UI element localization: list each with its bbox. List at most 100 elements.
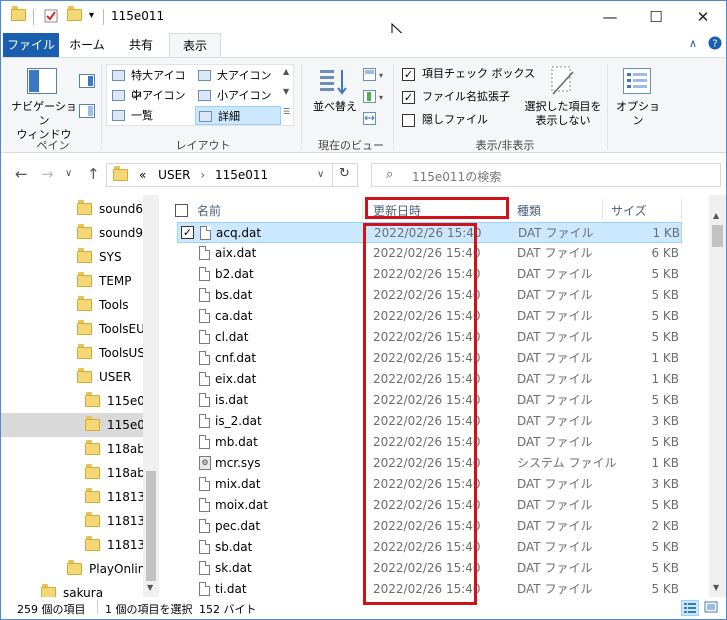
file-name: pec.dat (215, 519, 261, 533)
nav-pane-scrollbar[interactable]: ▼ (143, 195, 159, 597)
nav-pane-scroll-thumb[interactable] (146, 471, 156, 581)
tab-home[interactable]: ホーム (61, 33, 113, 57)
new-folder-icon[interactable] (67, 9, 82, 21)
column-header-name[interactable]: 名前 (197, 201, 221, 221)
layout-large-icons[interactable]: 大アイコン (195, 66, 281, 85)
item-checkboxes-checkbox[interactable]: ✓ (402, 68, 415, 81)
group-divider (101, 64, 102, 150)
tree-item[interactable]: sakura (41, 581, 103, 597)
tree-item[interactable]: 118abc (85, 461, 151, 485)
file-name: cnf.dat (215, 351, 257, 365)
group-by-icon[interactable]: ▾ (363, 68, 383, 85)
ribbon-collapse-icon[interactable]: ∧ (689, 37, 697, 50)
column-divider[interactable] (602, 199, 603, 219)
breadcrumb: « USER › 115e011 (139, 168, 268, 182)
close-button[interactable]: ✕ (680, 1, 726, 33)
search-box[interactable]: ⌕ 115e011の検索 (371, 163, 721, 187)
size-columns-to-fit-icon[interactable] (363, 112, 379, 129)
tab-view[interactable]: 表示 (169, 33, 221, 58)
tree-item[interactable]: Tools (77, 293, 129, 317)
tree-item[interactable]: ToolsEU (77, 317, 145, 341)
preview-pane-icon[interactable] (79, 74, 95, 91)
options-label[interactable]: オプション (611, 100, 665, 128)
add-columns-icon[interactable]: ▾ (363, 90, 383, 107)
search-icon: ⌕ (386, 167, 394, 182)
details-pane-icon[interactable] (79, 104, 95, 121)
navigation-pane[interactable]: sound6 sound9 SYS TEMP Tools ToolsEU ToolsUS US… (1, 195, 159, 597)
tree-item[interactable]: TEMP (77, 269, 132, 293)
layout-item-label: 中アイコン (131, 89, 186, 102)
sort-by-icon[interactable] (319, 68, 349, 99)
item-checkboxes-label[interactable]: 項目チェック ボックス (422, 67, 535, 81)
explorer-window: ▾ 115e011 — ☐ ✕ ファイル ホーム 共有 表示 ∧ ? ナビゲーシ… (0, 0, 727, 620)
minimize-button[interactable]: — (587, 1, 633, 33)
file-type: DAT ファイル (518, 226, 594, 240)
layout-medium-icons[interactable]: 中アイコン (109, 86, 195, 105)
breadcrumb-current[interactable]: 115e011 (215, 168, 268, 182)
gallery-scroll-up-icon[interactable]: ▲ (283, 67, 289, 76)
column-divider[interactable] (362, 199, 363, 219)
tree-item[interactable]: PlayOnline (67, 557, 153, 581)
file-type: DAT ファイル (517, 540, 593, 554)
column-header-type[interactable]: 種類 (517, 201, 541, 221)
address-dropdown-icon[interactable]: ∨ (317, 169, 324, 180)
gallery-scroll-down-icon[interactable]: ▼ (283, 87, 289, 96)
navigation-pane-icon[interactable] (27, 68, 57, 97)
scroll-down-icon[interactable]: ▼ (713, 583, 719, 592)
layout-extra-large-icons[interactable]: 特大アイコン (109, 66, 195, 101)
help-icon[interactable]: ? (708, 36, 722, 53)
customize-qat-icon[interactable]: ▾ (89, 10, 94, 21)
file-extensions-checkbox[interactable]: ✓ (402, 91, 415, 104)
layout-list[interactable]: 一覧 (109, 106, 195, 125)
file-list-scrollbar[interactable]: ▲ ▼ (709, 195, 726, 597)
back-icon[interactable]: ← (15, 165, 28, 183)
folder-icon (85, 443, 100, 455)
properties-icon[interactable] (43, 8, 59, 27)
file-name: is_2.dat (215, 414, 262, 428)
tree-item[interactable]: sound9 (77, 221, 143, 245)
hide-selected-label[interactable]: 選択した項目を 表示しない (521, 100, 605, 128)
file-icon (199, 519, 210, 533)
file-size: 5 KB (651, 288, 679, 302)
details-view-button[interactable] (681, 600, 699, 616)
folder-icon (77, 347, 92, 359)
file-list-scroll-thumb[interactable] (712, 225, 723, 247)
file-icon (199, 582, 210, 596)
up-icon[interactable]: ↑ (87, 165, 100, 183)
sort-by-label[interactable]: 並べ替え (311, 100, 359, 114)
column-divider[interactable] (681, 199, 682, 219)
folder-icon (85, 539, 100, 551)
tree-item[interactable]: sound6 (77, 197, 143, 221)
file-extensions-label[interactable]: ファイル名拡張子 (422, 90, 510, 104)
address-bar-row: ← → ∨ ↑ « USER › 115e011 ∨ ↻ ⌕ 115e011の検… (1, 153, 726, 195)
maximize-button[interactable]: ☐ (633, 1, 679, 33)
address-bar[interactable]: « USER › 115e011 ∨ ↻ (106, 163, 358, 187)
select-all-checkbox[interactable] (175, 204, 188, 217)
scroll-up-icon[interactable]: ▲ (713, 211, 719, 220)
folder-icon (85, 467, 100, 479)
tree-item[interactable]: 118abc (85, 437, 151, 461)
hidden-items-checkbox[interactable] (402, 114, 415, 127)
scroll-down-icon[interactable]: ▼ (147, 583, 153, 592)
breadcrumb-overflow[interactable]: « (139, 168, 146, 182)
large-icons-view-button[interactable] (703, 600, 721, 616)
recent-locations-icon[interactable]: ∨ (65, 168, 72, 179)
breadcrumb-user[interactable]: USER (158, 168, 190, 182)
hide-selected-icon[interactable] (549, 66, 575, 99)
layout-small-icons[interactable]: 小アイコン (195, 86, 281, 105)
hidden-items-label[interactable]: 隠しファイル (422, 113, 488, 127)
tab-share[interactable]: 共有 (115, 33, 167, 57)
tab-file[interactable]: ファイル (3, 33, 59, 57)
row-checkbox[interactable]: ✓ (181, 226, 194, 239)
tree-item[interactable]: SYS (77, 245, 122, 269)
column-header-size[interactable]: サイズ (611, 201, 647, 221)
refresh-icon[interactable]: ↻ (339, 166, 350, 181)
gallery-expand-icon[interactable]: ☰ (283, 107, 290, 116)
navigation-pane-label[interactable]: ナビゲーション ウィンドウ (9, 100, 79, 142)
tree-item[interactable]: 115e011 (1, 413, 159, 437)
layout-details[interactable]: 詳細 (195, 106, 281, 125)
tree-item[interactable]: USER (77, 365, 131, 389)
options-icon[interactable] (623, 68, 651, 97)
forward-icon[interactable]: → (41, 165, 54, 183)
tree-item[interactable]: ToolsUS (77, 341, 145, 365)
